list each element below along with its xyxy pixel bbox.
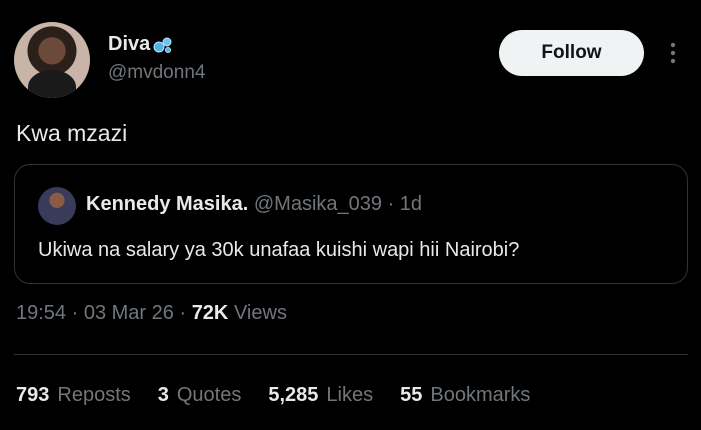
likes-label: Likes <box>326 384 374 406</box>
quoted-avatar <box>38 187 76 225</box>
quoted-text: Ukiwa na salary ya 30k unafaa kuishi wap… <box>38 239 520 261</box>
quoted-separator: · <box>382 193 400 215</box>
follow-button[interactable]: Follow <box>499 30 644 76</box>
tweet-text: Kwa mzazi <box>16 120 128 146</box>
engagement-stats: 793 Reposts 3 Quotes 5,285 Likes 55 Bookmark… <box>16 384 530 407</box>
bookmarks-label: Bookmarks <box>430 384 531 406</box>
views-count: 72K <box>191 302 229 324</box>
bubbles-icon <box>152 35 174 55</box>
quotes-label: Quotes <box>176 384 242 406</box>
quoted-tweet-card[interactable]: Kennedy Masika. @Masika_039 · 1d Ukiwa n… <box>14 164 688 284</box>
quoted-age: 1d <box>399 193 423 215</box>
views-label: Views <box>233 302 287 324</box>
more-vertical-icon[interactable] <box>663 40 683 66</box>
tweet-date[interactable]: 03 Mar 26 <box>84 302 174 324</box>
tweet-time[interactable]: 19:54 <box>16 302 66 324</box>
bookmarks-stat[interactable]: 55 Bookmarks <box>400 384 530 407</box>
likes-stat[interactable]: 5,285 Likes <box>268 384 373 407</box>
author-handle[interactable]: @mvdonn4 <box>108 62 205 84</box>
quoted-handle: @Masika_039 <box>253 193 383 215</box>
quotes-stat[interactable]: 3 Quotes <box>158 384 242 407</box>
author-avatar[interactable] <box>14 22 90 98</box>
quoted-display-name: Kennedy Masika. <box>86 193 249 215</box>
reposts-count: 793 <box>16 384 50 406</box>
bookmarks-count: 55 <box>400 384 423 406</box>
author-display-name[interactable]: Diva <box>108 33 150 56</box>
quoted-header: Kennedy Masika. @Masika_039 · 1d <box>86 193 422 216</box>
tweet-meta: 19:54 · 03 Mar 26 · 72K Views <box>16 302 287 324</box>
likes-count: 5,285 <box>268 384 319 406</box>
divider <box>14 354 688 355</box>
author-name-row: Diva <box>108 33 174 56</box>
quotes-count: 3 <box>157 384 169 406</box>
reposts-stat[interactable]: 793 Reposts <box>16 384 131 407</box>
reposts-label: Reposts <box>57 384 131 406</box>
